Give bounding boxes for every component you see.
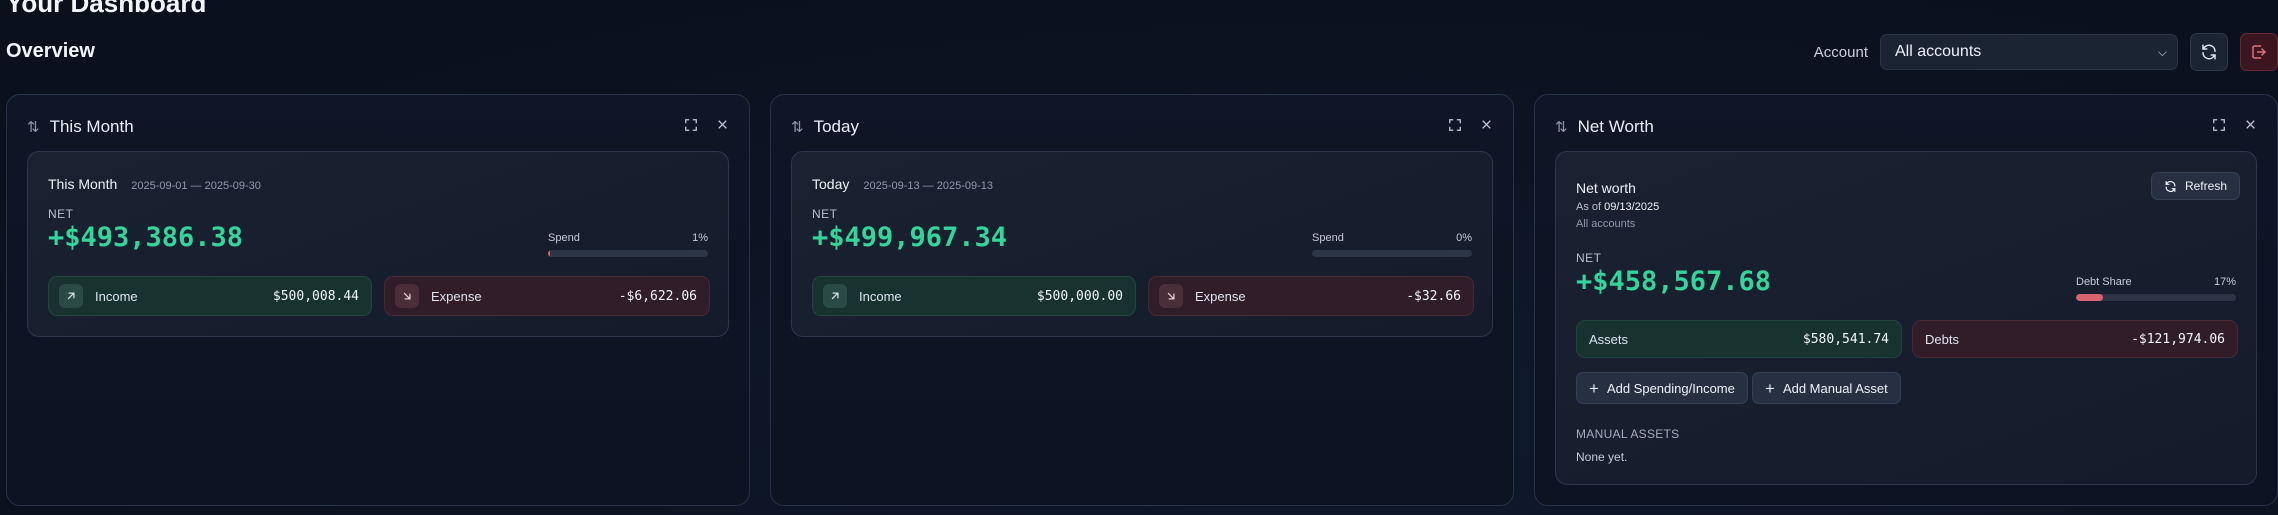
panel-header: ⇅ Today [791,115,1493,139]
spend-fill [548,250,550,257]
page-title: Your Dashboard [6,0,207,18]
income-label: Income [95,288,138,304]
arrow-up-right-icon [823,284,847,308]
net-label: NET [812,207,838,221]
close-icon[interactable] [716,118,729,136]
close-icon[interactable] [2244,118,2257,136]
debt-share-percent: 17% [2213,276,2236,288]
refresh-button[interactable] [2190,33,2228,71]
assets-pill: Assets $580,541.74 [1576,320,1902,358]
net-value: +$458,567.68 [1576,266,1772,297]
chevron-down-icon: ⌵ [2157,44,2167,59]
assets-value: $580,541.74 [1802,331,1889,347]
accounts-scope: All accounts [1576,218,1636,230]
close-icon[interactable] [1480,118,1493,136]
income-pill: Income $500,008.44 [48,276,372,316]
debts-value: -$121,974.06 [2131,331,2225,347]
net-label: NET [1576,251,1602,265]
spend-meter: Spend 1% [548,232,708,257]
refresh-icon [2202,44,2216,60]
spend-track [1312,250,1472,257]
summary-card: This Month 2025-09-01 — 2025-09-30 NET +… [27,151,729,337]
spend-label: Spend [548,232,580,244]
expense-label: Expense [1195,288,1246,304]
panel-today: ⇅ Today Today 2025-09-13 — 2025-09-13 NE… [770,94,1514,506]
expense-label: Expense [431,288,482,304]
income-value: $500,000.00 [1036,288,1123,304]
income-pill: Income $500,000.00 [812,276,1136,316]
expense-pill: Expense -$32.66 [1148,276,1474,316]
refresh-net-worth-button[interactable]: Refresh [2150,172,2240,200]
manual-assets-heading: MANUAL ASSETS [1576,427,1680,441]
net-value: +$493,386.38 [48,222,244,253]
net-value: +$499,967.34 [812,222,1008,253]
add-spending-income-label: Add Spending/Income [1606,380,1735,396]
plus-icon: + [1765,378,1775,398]
as-of-value: 09/13/2025 [1604,201,1660,213]
date-range: 2025-09-01 — 2025-09-30 [131,180,261,192]
panel-this-month: ⇅ This Month This Month 2025-09-01 — 202… [6,94,750,506]
arrow-down-right-icon [1159,284,1183,308]
card-title: Today [812,176,850,192]
date-range: 2025-09-13 — 2025-09-13 [863,180,994,192]
plus-icon: + [1589,378,1599,398]
sort-arrows-icon[interactable]: ⇅ [1555,118,1568,136]
logout-icon [2252,45,2266,59]
debts-label: Debts [1925,331,1959,347]
expense-pill: Expense -$6,622.06 [384,276,710,316]
card-title: This Month [48,176,118,192]
sort-arrows-icon[interactable]: ⇅ [27,118,40,136]
panel-header: ⇅ This Month [27,115,729,139]
net-worth-card: Net worth As of 09/13/2025 All accounts … [1555,151,2257,485]
account-select-value: All accounts [1895,43,1982,60]
add-manual-asset-button[interactable]: + Add Manual Asset [1752,372,1901,404]
account-select[interactable]: All accounts ⌵ [1880,34,2178,70]
spend-percent: 1% [692,232,708,244]
toolbar: Account All accounts ⌵ [1813,33,2278,71]
debt-share-track [2076,294,2236,301]
expense-value: -$32.66 [1406,288,1461,304]
panel-title: Today [813,117,859,136]
account-label: Account [1813,43,1868,61]
add-manual-asset-label: Add Manual Asset [1782,380,1888,396]
debt-share-label: Debt Share [2076,276,2132,288]
expand-icon[interactable] [1448,118,1462,136]
as-of-prefix: As of [1576,201,1602,213]
refresh-label: Refresh [2184,179,2227,193]
sort-arrows-icon[interactable]: ⇅ [791,118,804,136]
logout-button[interactable] [2240,33,2278,71]
manual-assets-empty: None yet. [1576,450,1628,464]
arrow-down-right-icon [395,284,419,308]
as-of-date: As of 09/13/2025 [1576,201,1659,213]
debt-share-meter: Debt Share 17% [2076,276,2236,301]
summary-card: Today 2025-09-13 — 2025-09-13 NET +$499,… [791,151,1493,337]
panel-net-worth: ⇅ Net Worth Net worth As of 09/13/2025 A… [1534,94,2278,506]
spend-percent: 0% [1456,232,1472,244]
panel-title: Net Worth [1577,117,1654,136]
spend-label: Spend [1312,232,1344,244]
panel-header: ⇅ Net Worth [1555,115,2257,139]
section-title: Overview [6,40,95,62]
expense-value: -$6,622.06 [618,288,697,304]
income-value: $500,008.44 [272,288,359,304]
income-label: Income [859,288,902,304]
panel-title: This Month [49,117,134,136]
spend-meter: Spend 0% [1312,232,1472,257]
card-title: Net worth [1576,180,1636,196]
arrow-up-right-icon [59,284,83,308]
debt-share-fill [2076,294,2104,301]
expand-icon[interactable] [2212,118,2226,136]
assets-label: Assets [1589,331,1629,347]
refresh-icon [2165,180,2176,192]
add-spending-income-button[interactable]: + Add Spending/Income [1576,372,1748,404]
spend-track [548,250,708,257]
expand-icon[interactable] [684,118,698,136]
debts-pill: Debts -$121,974.06 [1912,320,2238,358]
net-label: NET [48,207,74,221]
